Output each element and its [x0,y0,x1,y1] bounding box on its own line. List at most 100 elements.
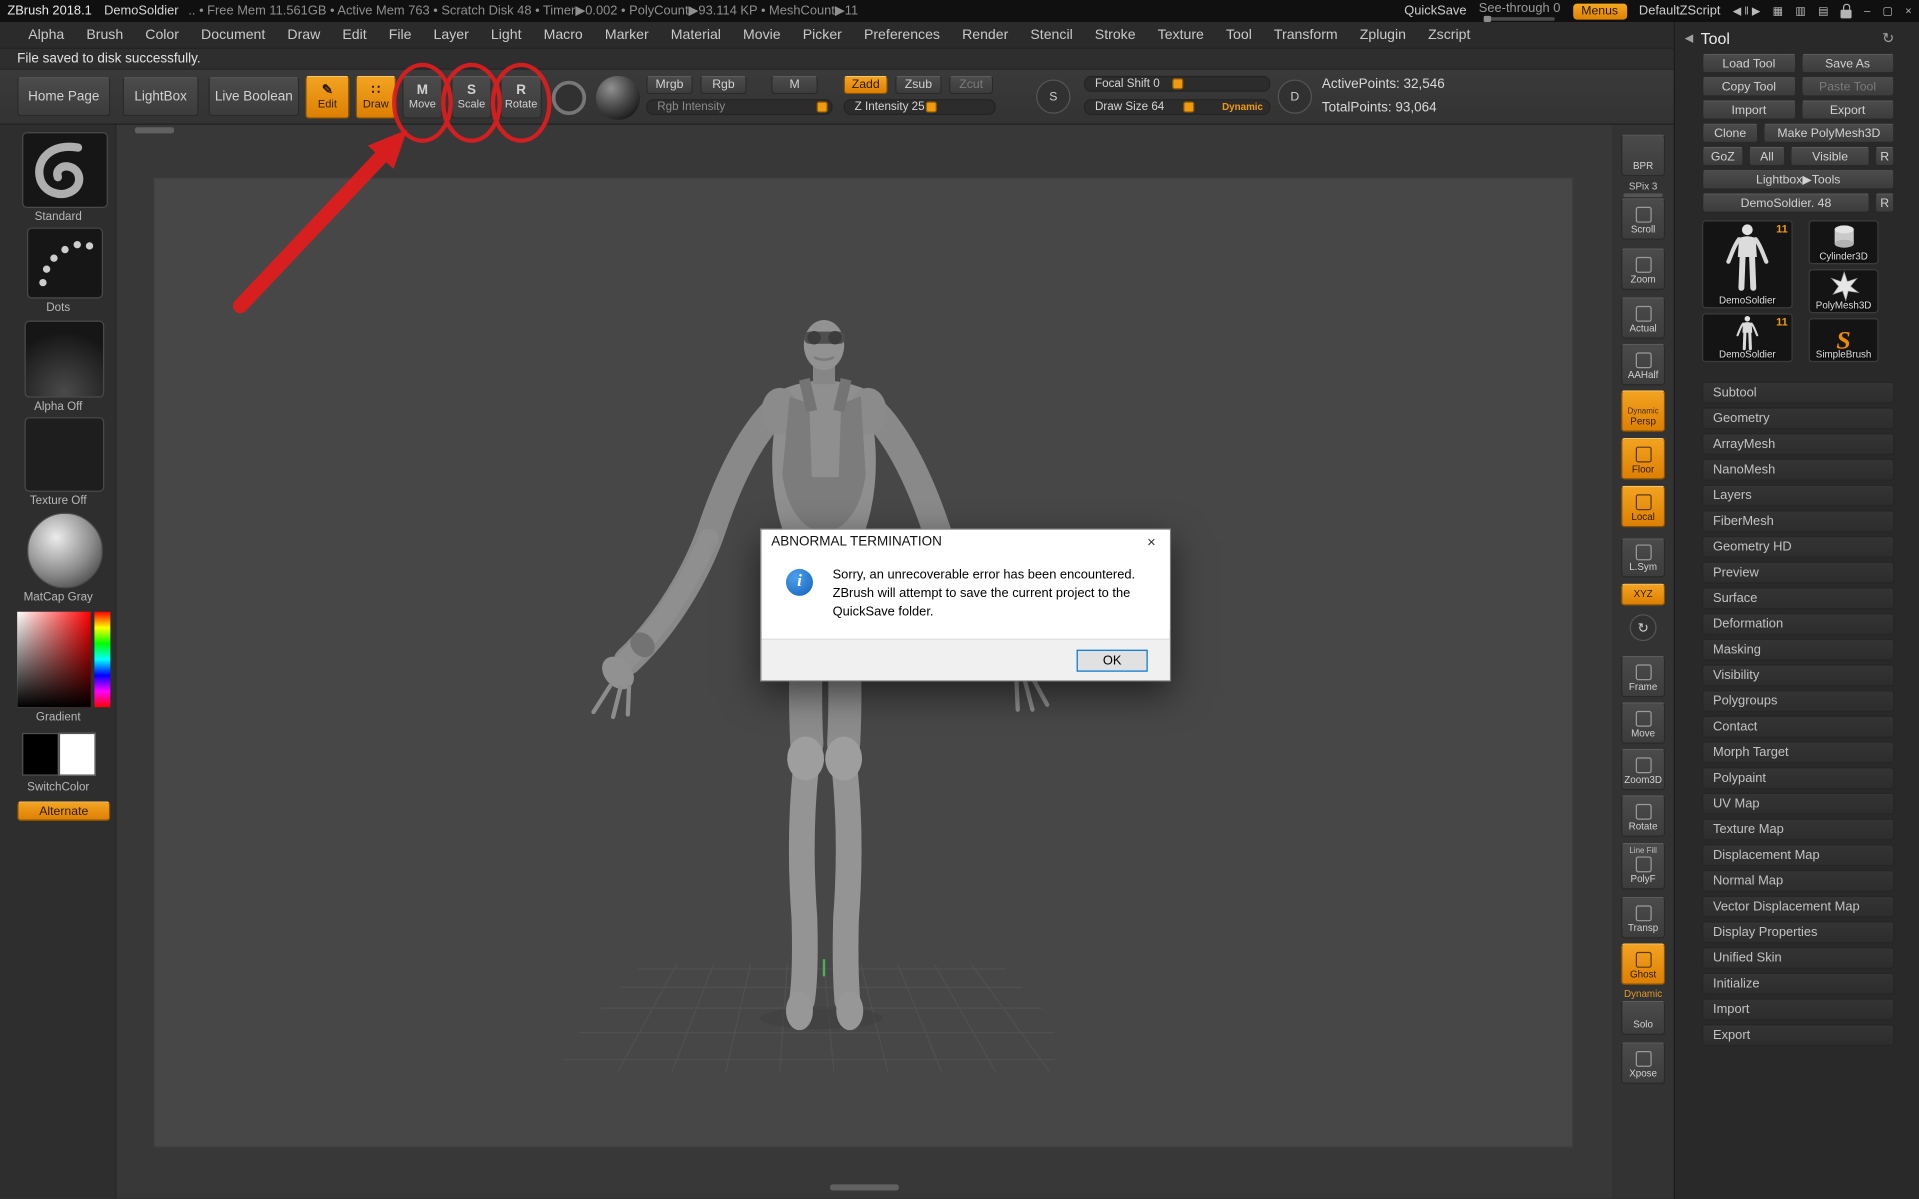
stroke-s-dial-icon[interactable]: S [1036,79,1071,114]
current-tool-button[interactable]: DemoSoldier. 48 [1701,193,1870,213]
copy-tool-button[interactable]: Copy Tool [1701,77,1796,97]
subpalette-header[interactable]: Import [1701,998,1895,1021]
menus-button[interactable]: Menus [1572,3,1627,19]
save-as-button[interactable]: Save As [1800,53,1895,74]
lightbox-button[interactable]: LightBox [122,77,199,117]
subpalette-header[interactable]: Displacement Map [1701,844,1895,867]
current-brush-thumbnail[interactable] [22,132,108,208]
export-button[interactable]: Export [1800,100,1895,120]
rgb-intensity-slider[interactable]: Rgb Intensity [646,99,833,116]
menu-item[interactable]: Document [190,28,276,43]
menu-item[interactable]: Layer [423,28,480,43]
ghost-button[interactable]: Ghost [1621,943,1666,985]
move-button[interactable]: M Move [402,75,443,119]
rotate3d-button[interactable]: Rotate [1621,795,1666,837]
menu-item[interactable]: Zplugin [1349,28,1417,43]
focal-shift-slider[interactable]: Focal Shift 0 [1083,75,1271,92]
lsym-button[interactable]: L.Sym [1621,538,1666,578]
rgb-button[interactable]: Rgb [700,75,747,95]
subpalette-header[interactable]: Contact [1701,715,1895,738]
quicksave-button[interactable]: QuickSave [1404,4,1466,19]
menu-item[interactable]: Stroke [1084,28,1147,43]
goz-r-button[interactable]: R [1874,146,1895,167]
color-picker[interactable] [17,611,111,708]
zsub-button[interactable]: Zsub [895,75,942,95]
subpalette-header[interactable]: Geometry [1701,407,1895,430]
actual-button[interactable]: Actual [1621,297,1666,339]
lightbox-tools-button[interactable]: Lightbox▶Tools [1701,170,1895,190]
canvas-scrollbar-top[interactable] [134,127,175,134]
dialog-title-bar[interactable]: ABNORMAL TERMINATION × [761,529,1170,555]
ok-button[interactable]: OK [1076,649,1148,672]
dialog-close-icon[interactable]: × [1133,533,1170,550]
persp-button[interactable]: Dynamic Persp [1621,390,1666,432]
menu-item[interactable]: Tool [1215,28,1263,43]
menu-item[interactable]: Preferences [853,28,951,43]
bpr-button[interactable]: BPR [1621,134,1666,177]
active-tool-thumbnail[interactable]: 11 DemoSoldier [1701,220,1793,309]
spix-label[interactable]: SPix 3 [1612,181,1673,192]
subpalette-header[interactable]: Initialize [1701,972,1895,995]
subpalette-header[interactable]: Deformation [1701,612,1895,635]
paste-tool-button[interactable]: Paste Tool [1800,77,1895,97]
canvas-scrollbar-bottom[interactable] [830,1184,899,1191]
alternate-button[interactable]: Alternate [17,801,111,821]
move3d-button[interactable]: Move [1621,702,1666,744]
menu-item[interactable]: Zscript [1417,28,1481,43]
subpalette-header[interactable]: Polygroups [1701,690,1895,713]
menu-item[interactable]: Draw [276,28,331,43]
subpalette-header[interactable]: NanoMesh [1701,458,1895,481]
goz-visible-button[interactable]: Visible [1790,146,1870,167]
zscript-button[interactable]: DefaultZScript [1639,4,1721,19]
lock-icon[interactable] [1840,3,1852,18]
subpalette-header[interactable]: Masking [1701,638,1895,661]
menu-item[interactable]: Render [951,28,1019,43]
main-color-swatch[interactable] [22,732,59,776]
menu-item[interactable]: Material [660,28,732,43]
subpalette-header[interactable]: Visibility [1701,664,1895,687]
menu-item[interactable]: Picker [792,28,853,43]
floor-button[interactable]: Floor [1621,438,1666,480]
layout-grid-icon[interactable]: ▦ [1773,4,1783,17]
scroll-button[interactable]: Scroll [1621,198,1666,240]
subpalette-header[interactable]: Display Properties [1701,921,1895,944]
clone-button[interactable]: Clone [1701,123,1759,144]
m-button[interactable]: M [771,75,818,95]
minimize-icon[interactable]: – [1864,5,1870,17]
subpalette-header[interactable]: Vector Displacement Map [1701,895,1895,918]
model-3d[interactable] [564,294,1055,1077]
subpalette-header[interactable]: FiberMesh [1701,510,1895,533]
menu-item[interactable]: Light [480,28,533,43]
dynamic-d-dial-icon[interactable]: D [1277,79,1313,114]
tray-collapse-icon[interactable]: ◀ [1685,31,1693,44]
aahalf-button[interactable]: AAHalf [1621,343,1666,386]
menu-item[interactable]: Movie [732,28,792,43]
seethrough-slider[interactable]: See-through 0 [1479,1,1560,23]
zadd-button[interactable]: Zadd [843,75,888,95]
sculptris-pro-button[interactable] [551,80,587,116]
subpalette-header[interactable]: Morph Target [1701,741,1895,764]
cylinder3d-thumbnail[interactable]: Cylinder3D [1808,220,1879,265]
transport-icon[interactable]: ◀ ‖ ▶ [1733,4,1761,17]
close-icon[interactable]: × [1905,5,1911,17]
gyro-icon[interactable]: ↻ [1629,614,1657,642]
zoom3d-button[interactable]: Zoom3D [1621,748,1666,791]
material-preview-sphere[interactable] [595,75,641,120]
load-tool-button[interactable]: Load Tool [1701,53,1796,74]
make-polymesh3d-button[interactable]: Make PolyMesh3D [1763,123,1895,144]
subpalette-header[interactable]: Normal Map [1701,869,1895,892]
menu-item[interactable]: Texture [1147,28,1215,43]
zcut-button[interactable]: Zcut [949,75,994,95]
menu-item[interactable]: Marker [594,28,660,43]
subpalette-header[interactable]: Geometry HD [1701,535,1895,558]
goz-button[interactable]: GoZ [1701,146,1744,167]
subpalette-header[interactable]: Export [1701,1024,1895,1047]
spix-slider[interactable] [1623,193,1663,197]
hue-strip[interactable] [94,611,111,708]
xyz-button[interactable]: XYZ [1621,583,1666,606]
subpalette-header[interactable]: Polypaint [1701,767,1895,790]
menu-item[interactable]: Color [134,28,190,43]
subpalette-header[interactable]: Subtool [1701,381,1895,404]
subpalette-header[interactable]: UV Map [1701,792,1895,815]
draw-size-slider[interactable]: Draw Size 64 Dynamic [1083,99,1271,116]
